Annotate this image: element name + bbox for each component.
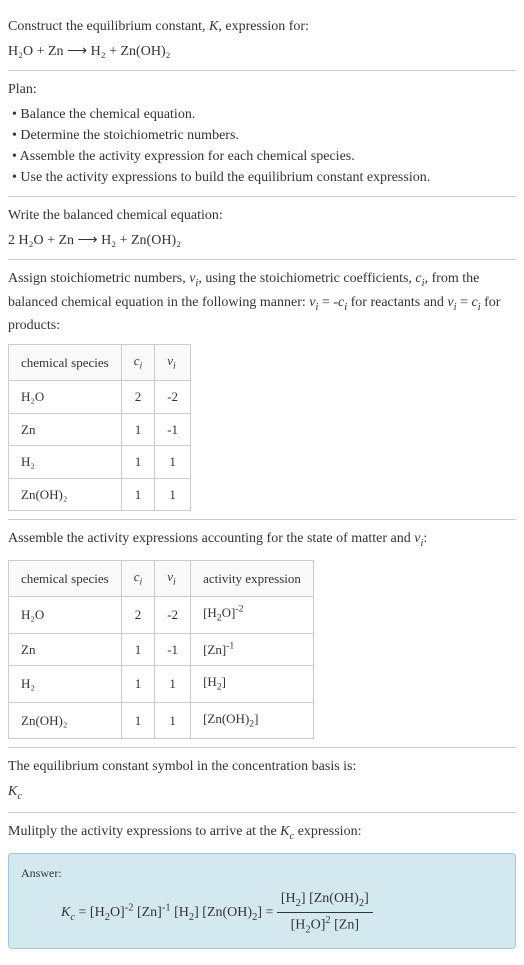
stoich-table: chemical species ci νi H₂O 2 -2 Zn 1 -1 … xyxy=(8,344,191,511)
table-row: Zn 1 -1 [Zn]-1 xyxy=(9,633,314,666)
plan-list: • Balance the chemical equation. • Deter… xyxy=(8,104,516,188)
cell-species: Zn xyxy=(9,413,122,446)
cell-expr: [H2O]-2 xyxy=(191,597,314,634)
cell-expr: [Zn(OH)2] xyxy=(191,702,314,738)
cell-ci: 1 xyxy=(121,633,155,666)
plan-item: • Balance the chemical equation. xyxy=(12,104,516,125)
cell-ci: 1 xyxy=(121,413,155,446)
balanced-equation: 2 H₂O + Zn ⟶ H₂ + Zn(OH)₂ xyxy=(8,230,516,251)
table-row: Zn(OH)₂ 1 1 [Zn(OH)2] xyxy=(9,702,314,738)
cell-ci: 1 xyxy=(121,478,155,511)
cell-expr: [H2] xyxy=(191,666,314,702)
answer-box: Answer: Kc = [H2O]-2 [Zn]-1 [H2] [Zn(OH)… xyxy=(8,853,516,949)
table-row: H₂O 2 -2 [H2O]-2 xyxy=(9,597,314,634)
multiply-heading: Mulitply the activity expressions to arr… xyxy=(8,821,516,845)
multiply-section: Mulitply the activity expressions to arr… xyxy=(8,813,516,956)
cell-species: Zn(OH)₂ xyxy=(9,702,122,738)
balanced-heading: Write the balanced chemical equation: xyxy=(8,205,516,226)
activity-section: Assemble the activity expressions accoun… xyxy=(8,520,516,748)
cell-species: H₂O xyxy=(9,597,122,634)
stoich-section: Assign stoichiometric numbers, νi, using… xyxy=(8,260,516,520)
symbol-section: The equilibrium constant symbol in the c… xyxy=(8,748,516,814)
cell-ci: 1 xyxy=(121,702,155,738)
table-row: Zn(OH)₂ 1 1 xyxy=(9,478,191,511)
cell-ci: 1 xyxy=(121,666,155,702)
table-row: H₂ 1 1 xyxy=(9,446,191,479)
cell-vi: -1 xyxy=(155,413,191,446)
cell-species: H₂ xyxy=(9,446,122,479)
cell-vi: -2 xyxy=(155,597,191,634)
col-expr: activity expression xyxy=(191,560,314,596)
intro-equation: H₂O + Zn ⟶ H₂ + Zn(OH)₂ xyxy=(8,41,516,62)
cell-species: H₂O xyxy=(9,381,122,414)
cell-ci: 2 xyxy=(121,381,155,414)
cell-vi: 1 xyxy=(155,666,191,702)
plan-item: • Assemble the activity expression for e… xyxy=(12,146,516,167)
col-ci: ci xyxy=(121,345,155,381)
col-vi: νi xyxy=(155,345,191,381)
table-header-row: chemical species ci νi xyxy=(9,345,191,381)
cell-vi: 1 xyxy=(155,702,191,738)
col-ci: ci xyxy=(121,560,155,596)
symbol-value: Kc xyxy=(8,781,516,805)
plan-item: • Use the activity expressions to build … xyxy=(12,167,516,188)
cell-vi: 1 xyxy=(155,478,191,511)
cell-expr: [Zn]-1 xyxy=(191,633,314,666)
table-row: Zn 1 -1 xyxy=(9,413,191,446)
cell-ci: 1 xyxy=(121,446,155,479)
stoich-text: Assign stoichiometric numbers, νi, using… xyxy=(8,268,516,336)
activity-heading: Assemble the activity expressions accoun… xyxy=(8,528,516,552)
table-row: H₂ 1 1 [H2] xyxy=(9,666,314,702)
cell-vi: -2 xyxy=(155,381,191,414)
intro-text: Construct the equilibrium constant, K, e… xyxy=(8,16,516,37)
cell-species: H₂ xyxy=(9,666,122,702)
col-vi: νi xyxy=(155,560,191,596)
symbol-heading: The equilibrium constant symbol in the c… xyxy=(8,756,516,777)
plan-item: • Determine the stoichiometric numbers. xyxy=(12,125,516,146)
cell-vi: -1 xyxy=(155,633,191,666)
plan-heading: Plan: xyxy=(8,79,516,100)
answer-label: Answer: xyxy=(21,864,503,882)
cell-species: Zn(OH)₂ xyxy=(9,478,122,511)
col-species: chemical species xyxy=(9,560,122,596)
intro-section: Construct the equilibrium constant, K, e… xyxy=(8,8,516,71)
table-header-row: chemical species ci νi activity expressi… xyxy=(9,560,314,596)
balanced-section: Write the balanced chemical equation: 2 … xyxy=(8,197,516,260)
col-species: chemical species xyxy=(9,345,122,381)
answer-equation: Kc = [H2O]-2 [Zn]-1 [H2] [Zn(OH)2] = [H2… xyxy=(21,888,503,938)
table-row: H₂O 2 -2 xyxy=(9,381,191,414)
activity-table: chemical species ci νi activity expressi… xyxy=(8,560,314,739)
answer-numerator: [H2] [Zn(OH)2] xyxy=(277,888,373,913)
cell-ci: 2 xyxy=(121,597,155,634)
plan-section: Plan: • Balance the chemical equation. •… xyxy=(8,71,516,197)
answer-denominator: [H2O]2 [Zn] xyxy=(277,913,373,938)
cell-vi: 1 xyxy=(155,446,191,479)
cell-species: Zn xyxy=(9,633,122,666)
